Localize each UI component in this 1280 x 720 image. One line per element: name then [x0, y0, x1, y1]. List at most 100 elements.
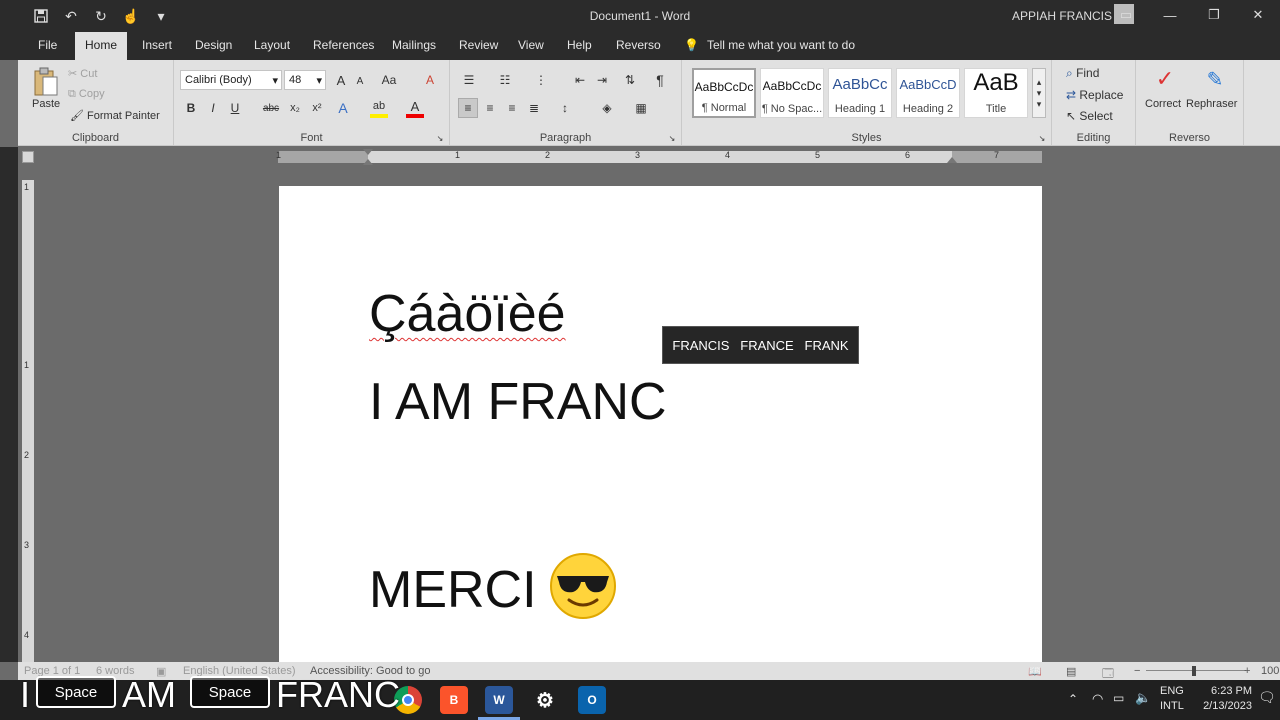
show-formatting-icon[interactable]: ¶: [650, 70, 670, 90]
paste-label[interactable]: Paste: [32, 98, 60, 110]
tab-help[interactable]: Help: [557, 32, 602, 60]
tab-view[interactable]: View: [508, 32, 554, 60]
restore-icon[interactable]: ❐: [1192, 0, 1236, 30]
paste-icon[interactable]: [30, 66, 62, 98]
align-left-icon[interactable]: ≡: [458, 98, 478, 118]
tab-selector[interactable]: [22, 151, 34, 163]
text-effects-icon[interactable]: A: [334, 98, 352, 118]
style-title[interactable]: AaB Title: [964, 68, 1028, 118]
tab-review[interactable]: Review: [449, 32, 508, 60]
font-color-icon[interactable]: A: [406, 98, 424, 118]
borders-icon[interactable]: ▦: [630, 98, 652, 118]
format-painter-button[interactable]: 🖌 Format Painter: [70, 109, 160, 122]
suggestion-popup: FRANCIS FRANCE FRANK: [662, 326, 859, 364]
ribbon-display-icon[interactable]: ▭: [1104, 0, 1148, 30]
tab-home[interactable]: Home: [75, 32, 128, 60]
document-line-accents[interactable]: Çáàöïèé: [369, 284, 566, 344]
zoom-out-icon[interactable]: −: [1134, 665, 1140, 677]
select-button[interactable]: ↖ Select: [1066, 109, 1113, 123]
decrease-indent-icon[interactable]: ⇤: [570, 70, 590, 90]
numbering-icon[interactable]: ☷: [494, 70, 516, 90]
subscript-icon[interactable]: x₂: [286, 98, 304, 118]
minimize-icon[interactable]: —: [1148, 0, 1192, 30]
clear-formatting-icon[interactable]: A: [420, 70, 440, 90]
tab-layout[interactable]: Layout: [244, 32, 300, 60]
shrink-font-icon[interactable]: A: [352, 72, 368, 90]
tell-me-box[interactable]: 💡 Tell me what you want to do: [684, 38, 855, 52]
rephraser-label[interactable]: Rephraser: [1186, 98, 1237, 110]
outlook-icon[interactable]: O: [578, 686, 606, 714]
cut-button[interactable]: ✂ Cut: [68, 67, 97, 80]
word-icon[interactable]: W: [485, 686, 513, 714]
first-line-indent-marker[interactable]: [363, 149, 373, 155]
superscript-icon[interactable]: x²: [308, 98, 326, 118]
correct-label[interactable]: Correct: [1145, 98, 1181, 110]
document-page[interactable]: Çáàöïèé I AM FRANC MERCI: [279, 186, 1042, 666]
style-normal[interactable]: AaBbCcDc ¶ Normal: [692, 68, 756, 118]
grow-font-icon[interactable]: A: [332, 70, 350, 90]
style-heading-1[interactable]: AaBbCc Heading 1: [828, 68, 892, 118]
underline-icon[interactable]: U: [226, 98, 244, 118]
chevron-up-icon[interactable]: ⌃: [1068, 692, 1078, 706]
battery-icon[interactable]: ▭: [1113, 691, 1124, 705]
suggestion-france[interactable]: FRANCE: [740, 338, 793, 353]
suggestion-frank[interactable]: FRANK: [805, 338, 849, 353]
strikethrough-icon[interactable]: abc: [260, 98, 282, 118]
style-heading-2[interactable]: AaBbCcD Heading 2: [896, 68, 960, 118]
read-mode-icon[interactable]: 📖: [1028, 665, 1042, 678]
tab-mailings[interactable]: Mailings: [382, 32, 446, 60]
document-line-i-am-franc[interactable]: I AM FRANC: [369, 372, 667, 432]
style-no-spacing[interactable]: AaBbCcDc ¶ No Spac...: [760, 68, 824, 118]
tab-references[interactable]: References: [303, 32, 384, 60]
input-language[interactable]: ENG INTL: [1160, 685, 1184, 712]
user-name[interactable]: APPIAH FRANCIS: [1012, 9, 1112, 23]
wifi-icon[interactable]: ◠: [1092, 691, 1103, 707]
zoom-in-icon[interactable]: +: [1244, 665, 1250, 677]
tab-reverso[interactable]: Reverso: [606, 32, 671, 60]
multilevel-list-icon[interactable]: ⋮: [530, 70, 552, 90]
tab-design[interactable]: Design: [185, 32, 242, 60]
copy-button[interactable]: ⧉ Copy: [68, 88, 105, 101]
suggestion-francis[interactable]: FRANCIS: [672, 338, 729, 353]
rephraser-icon[interactable]: ✎: [1202, 66, 1228, 92]
right-indent-marker[interactable]: [947, 157, 957, 163]
shading-icon[interactable]: ◈: [596, 98, 618, 118]
print-layout-icon[interactable]: ▤: [1066, 665, 1076, 678]
font-dialog-launcher-icon[interactable]: ↘: [435, 133, 445, 143]
settings-icon[interactable]: ⚙: [531, 686, 559, 714]
notifications-icon[interactable]: 🗨: [1258, 689, 1276, 706]
font-name-select[interactable]: Calibri (Body) ▾: [180, 70, 282, 90]
change-case-icon[interactable]: Aa: [378, 70, 400, 90]
bullets-icon[interactable]: ☰: [458, 70, 480, 90]
sort-icon[interactable]: ⇅: [620, 70, 640, 90]
horizontal-ruler[interactable]: 1 1 2 3 4 5 6 7: [276, 149, 1042, 165]
volume-icon[interactable]: 🔈: [1135, 690, 1151, 706]
close-icon[interactable]: ✕: [1236, 0, 1280, 30]
paragraph-dialog-launcher-icon[interactable]: ↘: [667, 133, 677, 143]
line-spacing-icon[interactable]: ↕: [554, 98, 576, 118]
clock[interactable]: 6:23 PM 2/13/2023: [1192, 685, 1252, 712]
font-size-select[interactable]: 48 ▾: [284, 70, 326, 90]
highlight-icon[interactable]: ab: [370, 98, 388, 118]
replace-button[interactable]: ⇄ Replace: [1066, 88, 1123, 102]
italic-icon[interactable]: I: [204, 98, 222, 118]
zoom-level[interactable]: 100: [1261, 665, 1279, 677]
bold-icon[interactable]: B: [182, 98, 200, 118]
increase-indent-icon[interactable]: ⇥: [592, 70, 612, 90]
styles-scroll-icon[interactable]: ▴ ▾ ▾: [1032, 68, 1046, 118]
tab-file[interactable]: File: [28, 32, 67, 60]
justify-icon[interactable]: ≣: [524, 98, 544, 118]
brave-icon[interactable]: B: [440, 686, 468, 714]
align-center-icon[interactable]: ≡: [480, 98, 500, 118]
find-button[interactable]: ⌕ Find: [1066, 66, 1099, 81]
correct-icon[interactable]: ✓: [1152, 66, 1178, 92]
zoom-slider[interactable]: [1146, 670, 1246, 671]
styles-dialog-launcher-icon[interactable]: ↘: [1037, 133, 1047, 143]
tab-insert[interactable]: Insert: [132, 32, 182, 60]
hanging-indent-marker[interactable]: [363, 159, 373, 165]
ruler-number: 2: [545, 150, 551, 160]
document-line-merci[interactable]: MERCI: [369, 560, 537, 620]
align-right-icon[interactable]: ≡: [502, 98, 522, 118]
zoom-slider-thumb[interactable]: [1192, 666, 1196, 676]
vertical-ruler[interactable]: 1 1 2 3 4: [22, 180, 34, 662]
